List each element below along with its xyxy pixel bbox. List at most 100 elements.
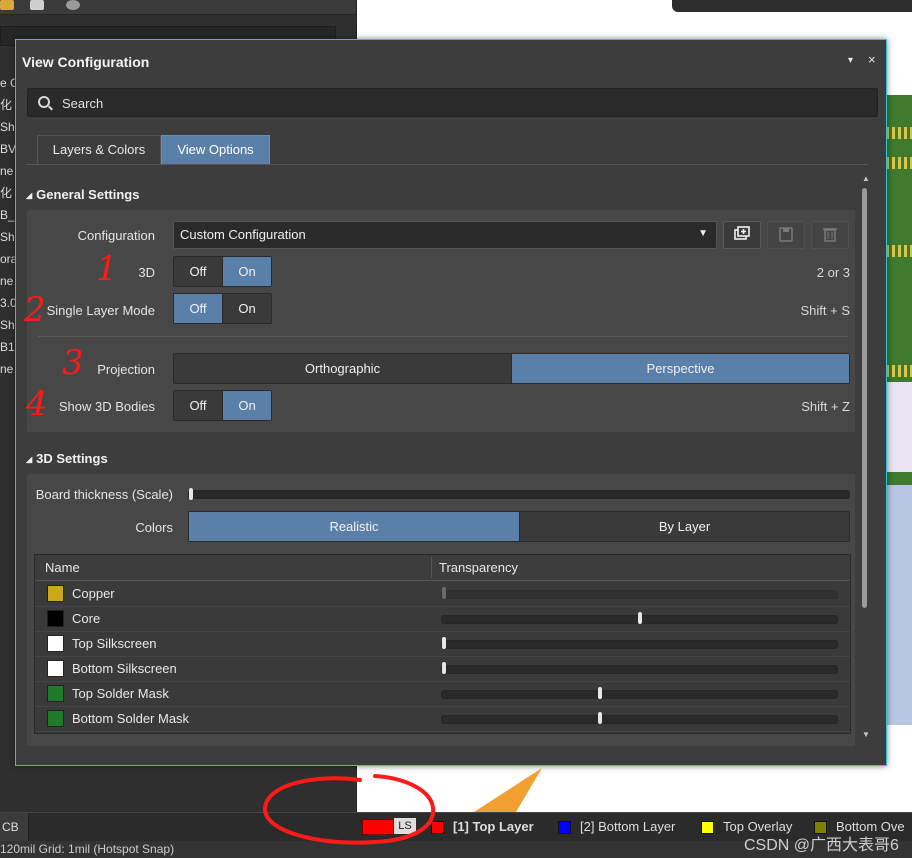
projection-perspective[interactable]: Perspective — [512, 354, 849, 383]
3d-settings-header[interactable]: ◢ 3D Settings — [26, 451, 108, 466]
background-list-row[interactable]: e G — [0, 72, 16, 94]
bodies-on-button[interactable]: On — [223, 391, 271, 420]
layer-tab-bottom-layer[interactable]: [2] Bottom Layer — [558, 813, 675, 841]
background-list-row[interactable]: ne — [0, 270, 16, 292]
collapse-triangle-icon: ◢ — [26, 455, 33, 465]
annotation-2: 2 — [24, 290, 46, 330]
layer-color-swatch[interactable] — [47, 710, 64, 727]
projection-label: Projection — [97, 362, 155, 377]
tab-layers-colors[interactable]: Layers & Colors — [37, 135, 161, 165]
layer-color-swatch[interactable] — [47, 635, 64, 652]
table-row[interactable]: Core — [35, 606, 850, 632]
transparency-thumb[interactable] — [598, 687, 603, 699]
background-list-row[interactable]: 化 — [0, 182, 16, 204]
colors-segmented: Realistic By Layer — [188, 511, 850, 542]
save-config-as-button[interactable] — [723, 221, 761, 249]
colors-realistic[interactable]: Realistic — [189, 512, 520, 541]
transparency-thumb[interactable] — [598, 712, 603, 724]
3d-off-button[interactable]: Off — [174, 257, 223, 286]
layer-name: Top Silkscreen — [72, 636, 157, 651]
colors-by-layer[interactable]: By Layer — [520, 512, 849, 541]
folder-icon[interactable] — [0, 0, 14, 10]
layer-tab-top-layer[interactable]: [1] Top Layer — [431, 813, 534, 841]
background-list-row[interactable]: Sh — [0, 226, 16, 248]
scroll-up-icon[interactable]: ▲ — [862, 174, 870, 183]
layer-color-swatch[interactable] — [47, 585, 64, 602]
layer-color-swatch[interactable] — [47, 610, 64, 627]
search-box[interactable] — [27, 88, 878, 117]
table-row[interactable]: Bottom Solder Mask — [35, 706, 850, 732]
single-layer-on-button[interactable]: On — [223, 294, 271, 323]
dialog-title: View Configuration — [22, 54, 150, 70]
gear-icon[interactable] — [66, 0, 80, 10]
scrollbar[interactable] — [860, 188, 870, 748]
annotation-circle — [263, 774, 436, 845]
tab-divider — [26, 164, 868, 165]
column-header-name[interactable]: Name — [45, 560, 80, 575]
chevron-down-icon: ▼ — [698, 228, 708, 239]
layer-name: Top Solder Mask — [72, 686, 169, 701]
background-list-row[interactable]: ora — [0, 248, 16, 270]
projection-orthographic[interactable]: Orthographic — [174, 354, 512, 383]
background-list-row[interactable]: B1 — [0, 336, 16, 358]
show-3d-bodies-shortcut: Shift + Z — [801, 399, 850, 414]
show-3d-bodies-label: Show 3D Bodies — [58, 399, 155, 414]
layer-name: Copper — [72, 586, 115, 601]
table-row[interactable]: Top Silkscreen — [35, 631, 850, 657]
bodies-off-button[interactable]: Off — [174, 391, 223, 420]
configuration-select[interactable]: Custom Configuration ▼ — [173, 221, 717, 249]
menu-dropdown-icon[interactable]: ▾ — [848, 55, 853, 66]
board-thickness-thumb[interactable] — [189, 488, 193, 500]
dialog-titlebar[interactable]: View Configuration ▾ × — [16, 40, 886, 78]
table-row[interactable]: Bottom Silkscreen — [35, 656, 850, 682]
configuration-value: Custom Configuration — [180, 227, 306, 242]
document-icon[interactable] — [30, 0, 44, 10]
delete-config-button[interactable] — [811, 221, 849, 249]
3d-on-button[interactable]: On — [223, 257, 271, 286]
transparency-slider[interactable] — [441, 690, 838, 699]
transparency-slider[interactable] — [441, 665, 838, 674]
background-list-row[interactable]: ne — [0, 160, 16, 182]
background-list-row[interactable]: ne — [0, 358, 16, 380]
layer-color-swatch[interactable] — [47, 685, 64, 702]
close-icon[interactable]: × — [868, 52, 876, 67]
transparency-thumb[interactable] — [637, 612, 642, 624]
table-row[interactable]: Top Solder Mask — [35, 681, 850, 707]
background-list-row[interactable]: 3.0 — [0, 292, 16, 314]
grid-header: Name Transparency — [35, 555, 850, 581]
transparency-thumb[interactable] — [442, 637, 446, 649]
annotation-arrow — [474, 768, 542, 812]
canvas-toolbar[interactable] — [672, 0, 912, 12]
annotation-1: 1 — [96, 249, 118, 289]
background-toolbar — [0, 0, 356, 15]
background-list-row[interactable]: Sh — [0, 116, 16, 138]
layer-color-swatch[interactable] — [47, 660, 64, 677]
board-thickness-slider[interactable] — [188, 490, 850, 499]
collapse-triangle-icon: ◢ — [26, 191, 33, 201]
transparency-thumb[interactable] — [442, 587, 446, 599]
scrollbar-thumb[interactable] — [862, 188, 867, 608]
transparency-slider[interactable] — [441, 640, 838, 649]
annotation-3: 3 — [62, 343, 84, 383]
transparency-thumb[interactable] — [442, 662, 446, 674]
add-config-icon — [734, 226, 750, 240]
show-3d-bodies-toggle: Off On — [173, 390, 272, 421]
transparency-slider[interactable] — [441, 715, 838, 724]
save-config-button[interactable] — [767, 221, 805, 249]
background-list-row[interactable]: 化 — [0, 94, 16, 116]
background-list-row[interactable]: B_ — [0, 204, 16, 226]
column-header-transparency[interactable]: Transparency — [439, 560, 518, 575]
single-layer-off-button[interactable]: Off — [174, 294, 223, 323]
transparency-slider[interactable] — [441, 590, 838, 599]
background-list-row[interactable]: Sh — [0, 314, 16, 336]
background-list-row[interactable]: BV — [0, 138, 16, 160]
general-settings-header[interactable]: ◢ General Settings — [26, 187, 139, 202]
column-divider[interactable] — [431, 557, 432, 578]
pcb-tab[interactable]: CB — [0, 813, 29, 841]
watermark: CSDN @广西大表哥6 — [744, 837, 899, 854]
search-input[interactable] — [60, 93, 864, 113]
table-row[interactable]: Copper — [35, 581, 850, 607]
tab-view-options[interactable]: View Options — [161, 135, 270, 165]
save-icon — [779, 227, 793, 242]
scroll-down-icon[interactable]: ▼ — [862, 730, 870, 739]
